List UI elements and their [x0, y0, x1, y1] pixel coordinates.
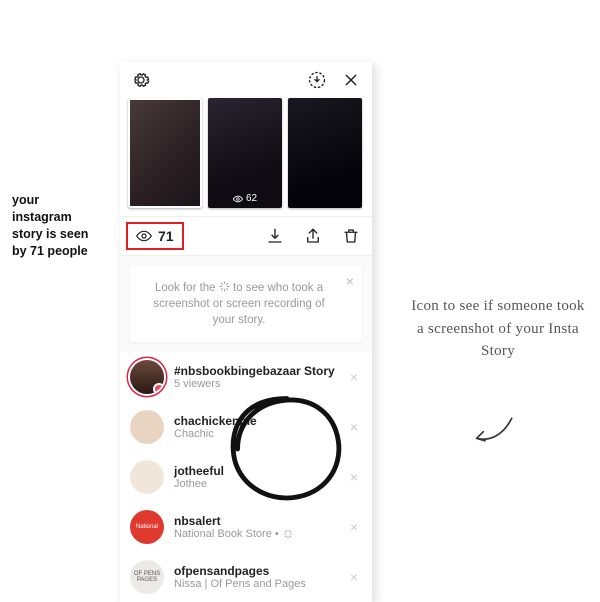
viewer-info: ofpensandpagesNissa | Of Pens and Pages — [174, 564, 336, 590]
remove-viewer-icon[interactable]: × — [346, 365, 362, 389]
viewer-row[interactable]: #nbsbookbingebazaar Story5 viewers × — [120, 352, 372, 402]
remove-viewer-icon[interactable]: × — [346, 465, 362, 489]
annotation-arrow — [470, 410, 520, 450]
viewer-username: chachickenpie — [174, 414, 336, 428]
viewer-row[interactable]: OF PENS PAGES ofpensandpagesNissa | Of Pe… — [120, 552, 372, 602]
gear-icon[interactable] — [130, 69, 152, 91]
annotation-left: your instagram story is seen by 71 peopl… — [12, 192, 102, 260]
viewer-subtext: Chachic — [174, 428, 336, 440]
annotation-right: Icon to see if someone took a screenshot… — [408, 295, 588, 363]
viewer-username: nbsalert — [174, 514, 336, 528]
download-icon[interactable] — [264, 225, 286, 247]
eye-icon — [136, 230, 152, 242]
viewer-row[interactable]: jotheefulJothee × — [120, 452, 372, 502]
burst-icon — [219, 281, 230, 292]
trash-icon[interactable] — [340, 225, 362, 247]
story-view-badge: 62 — [233, 193, 257, 204]
share-icon[interactable] — [302, 225, 324, 247]
viewers-list: #nbsbookbingebazaar Story5 viewers×chach… — [120, 352, 372, 602]
viewer-username: #nbsbookbingebazaar Story — [174, 364, 336, 378]
avatar — [130, 460, 164, 494]
story-thumb[interactable]: 62 — [208, 98, 282, 208]
viewer-subtext: Jothee — [174, 478, 336, 490]
view-count[interactable]: 71 — [130, 226, 180, 246]
viewer-subtext: 5 viewers — [174, 378, 336, 390]
avatar — [130, 360, 164, 394]
story-insights-panel: 62 71 × Look for the t — [120, 62, 372, 602]
story-thumb[interactable] — [128, 98, 202, 208]
viewer-subtext: National Book Store • — [174, 528, 336, 540]
viewer-subtext: Nissa | Of Pens and Pages — [174, 578, 336, 590]
hint-text-a: Look for the — [155, 282, 219, 294]
viewer-row[interactable]: chachickenpieChachic × — [120, 402, 372, 452]
stories-row: 62 — [120, 98, 372, 216]
save-story-icon[interactable] — [306, 69, 328, 91]
viewer-info: chachickenpieChachic — [174, 414, 336, 440]
viewer-info: nbsalertNational Book Store • — [174, 514, 336, 540]
viewer-username: jotheeful — [174, 464, 336, 478]
viewer-info: jotheefulJothee — [174, 464, 336, 490]
viewer-row[interactable]: National nbsalertNational Book Store • × — [120, 502, 372, 552]
view-count-highlight: 71 — [126, 222, 184, 250]
screenshot-hint: × Look for the to see who took a screens… — [130, 266, 362, 342]
view-count-number: 71 — [158, 228, 174, 244]
actions-row: 71 — [120, 216, 372, 256]
notification-badge — [153, 383, 164, 394]
burst-icon — [283, 529, 293, 539]
panel-header — [120, 62, 372, 98]
avatar — [130, 410, 164, 444]
remove-viewer-icon[interactable]: × — [346, 415, 362, 439]
remove-viewer-icon[interactable]: × — [346, 515, 362, 539]
avatar: National — [130, 510, 164, 544]
story-thumb[interactable] — [288, 98, 362, 208]
close-icon[interactable] — [340, 69, 362, 91]
avatar: OF PENS PAGES — [130, 560, 164, 594]
remove-viewer-icon[interactable]: × — [346, 565, 362, 589]
viewer-username: ofpensandpages — [174, 564, 336, 578]
hint-close-icon[interactable]: × — [346, 272, 354, 292]
viewer-info: #nbsbookbingebazaar Story5 viewers — [174, 364, 336, 390]
